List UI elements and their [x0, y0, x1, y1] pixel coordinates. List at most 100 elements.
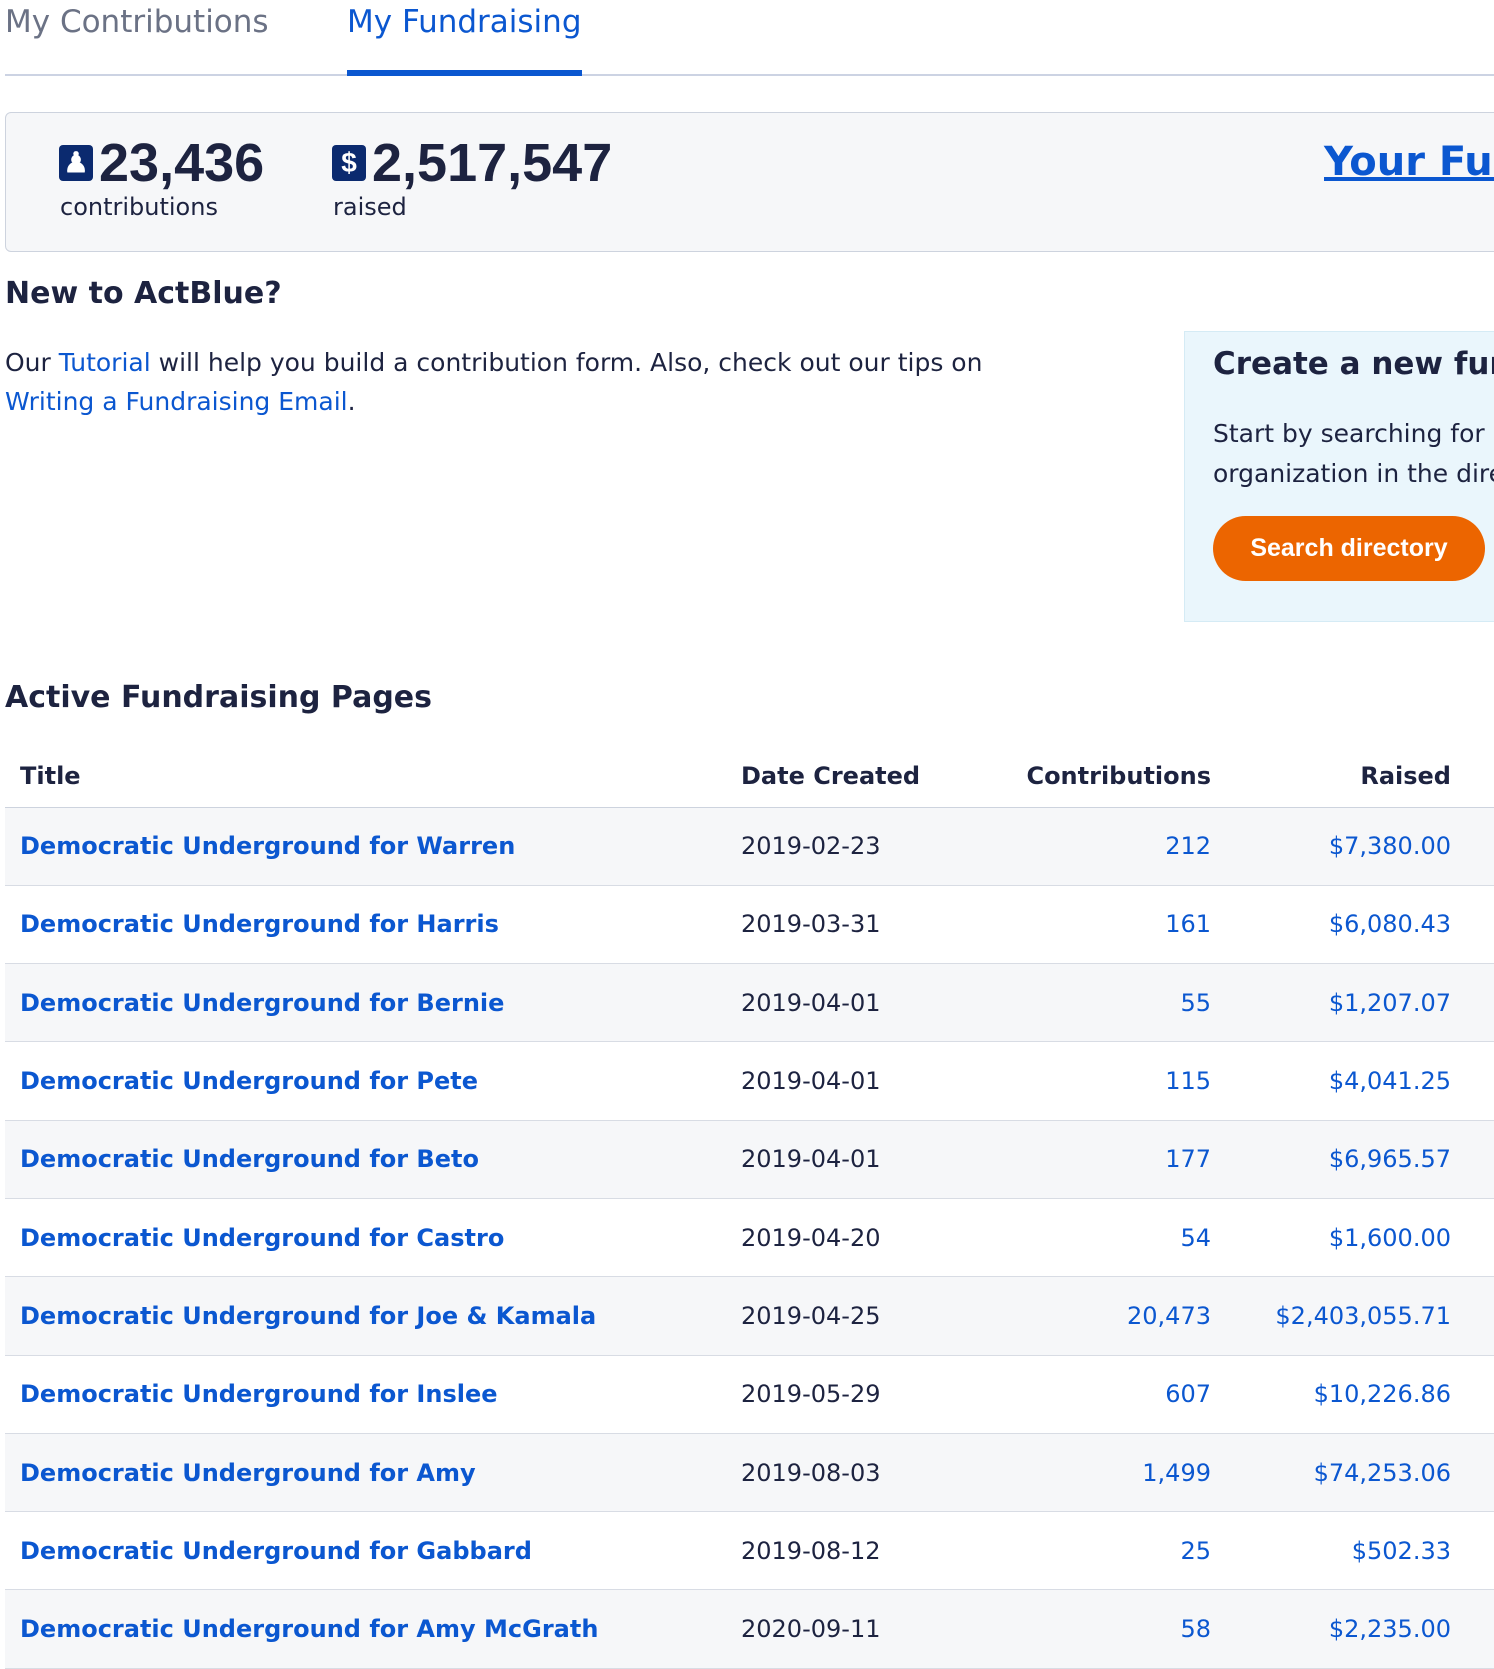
table-row: Democratic Underground for Harris 2019-0… [5, 885, 1494, 965]
cell-date: 2019-04-01 [741, 963, 921, 1043]
contributions-link[interactable]: 25 [1180, 1537, 1211, 1565]
cell-spacer [1451, 963, 1494, 1043]
raised-link[interactable]: $2,403,055.71 [1275, 1302, 1451, 1330]
cell-contributions: 177 [921, 1120, 1211, 1199]
cell-raised: $2,403,055.71 [1211, 1276, 1451, 1356]
col-date[interactable]: Date Created [741, 746, 921, 808]
raised-link[interactable]: $1,600.00 [1329, 1224, 1451, 1252]
table-row: Democratic Underground for Warren 2019-0… [5, 807, 1494, 886]
contributions-link[interactable]: 20,473 [1127, 1302, 1211, 1330]
cell-spacer [1451, 807, 1494, 886]
contributions-link[interactable]: 161 [1165, 910, 1211, 938]
page-title-link[interactable]: Democratic Underground for Gabbard [20, 1537, 532, 1565]
cell-title: Democratic Underground for Pete [5, 1041, 741, 1121]
page-title-link[interactable]: Democratic Underground for Amy McGrath [20, 1615, 598, 1643]
page-title-link[interactable]: Democratic Underground for Warren [20, 832, 515, 860]
contributions-link[interactable]: 607 [1165, 1380, 1211, 1408]
cell-contributions: 1,499 [921, 1433, 1211, 1513]
page-title-link[interactable]: Democratic Underground for Harris [20, 910, 499, 938]
cell-spacer [1451, 1433, 1494, 1513]
contributions-link[interactable]: 1,499 [1142, 1459, 1211, 1487]
cell-date: 2019-08-03 [741, 1433, 921, 1513]
cell-raised: $2,235.00 [1211, 1589, 1451, 1669]
cell-spacer [1451, 1198, 1494, 1278]
table-row: Democratic Underground for Inslee 2019-0… [5, 1355, 1494, 1434]
tab-bar: My Contributions My Fundraising [5, 0, 1494, 76]
table-row: Democratic Underground for Pete 2019-04-… [5, 1041, 1494, 1121]
cell-title: Democratic Underground for Beto [5, 1120, 741, 1199]
table-row: Democratic Underground for Bernie 2019-0… [5, 963, 1494, 1043]
page-title-link[interactable]: Democratic Underground for Pete [20, 1067, 478, 1095]
table-row: Democratic Underground for Amy 2019-08-0… [5, 1433, 1494, 1513]
cell-title: Democratic Underground for Gabbard [5, 1511, 741, 1591]
cell-title: Democratic Underground for Warren [5, 807, 741, 886]
contributions-link[interactable]: 54 [1180, 1224, 1211, 1252]
raised-link[interactable]: $4,041.25 [1329, 1067, 1451, 1095]
cell-date: 2019-02-23 [741, 807, 921, 886]
page-title-link[interactable]: Democratic Underground for Amy [20, 1459, 476, 1487]
summary-card: ♟ 23,436 contributions $2,517,547 raised … [5, 112, 1494, 252]
cell-spacer [1451, 1355, 1494, 1434]
cell-raised: $4,041.25 [1211, 1041, 1451, 1121]
person-icon: ♟ [59, 145, 93, 181]
cell-date: 2020-09-11 [741, 1589, 921, 1669]
col-raised[interactable]: Raised [1211, 746, 1451, 808]
raised-link[interactable]: $6,080.43 [1329, 910, 1451, 938]
col-contributions[interactable]: Contributions [921, 746, 1211, 808]
contributions-link[interactable]: 55 [1180, 989, 1211, 1017]
search-directory-button[interactable]: Search directory [1213, 516, 1485, 581]
contributions-link[interactable]: 58 [1180, 1615, 1211, 1643]
cell-date: 2019-08-12 [741, 1511, 921, 1591]
raised-link[interactable]: $6,965.57 [1329, 1145, 1451, 1173]
page-title-link[interactable]: Democratic Underground for Bernie [20, 989, 504, 1017]
cell-date: 2019-04-01 [741, 1041, 921, 1121]
cell-raised: $502.33 [1211, 1511, 1451, 1591]
panel-text-line1: Start by searching for a c [1213, 419, 1494, 448]
panel-text: Start by searching for a c organization i… [1213, 414, 1494, 494]
tab-my-fundraising[interactable]: My Fundraising [347, 0, 582, 76]
panel-text-line2: organization in the direc [1213, 459, 1494, 488]
cell-raised: $1,600.00 [1211, 1198, 1451, 1278]
col-spacer [1451, 746, 1494, 808]
cell-title: Democratic Underground for Amy McGrath [5, 1589, 741, 1669]
raised-link[interactable]: $10,226.86 [1314, 1380, 1451, 1408]
cell-contributions: 58 [921, 1589, 1211, 1669]
contributions-link[interactable]: 177 [1165, 1145, 1211, 1173]
tutorial-link[interactable]: Tutorial [59, 348, 151, 377]
raised-link[interactable]: $1,207.07 [1329, 989, 1451, 1017]
contributions-value: 23,436 [99, 133, 265, 193]
cell-date: 2019-04-01 [741, 1120, 921, 1199]
col-title[interactable]: Title [5, 746, 741, 808]
table-row: Democratic Underground for Amy McGrath 2… [5, 1589, 1494, 1669]
cell-title: Democratic Underground for Amy [5, 1433, 741, 1513]
panel-heading: Create a new fund [1213, 346, 1494, 382]
cell-raised: $7,380.00 [1211, 807, 1451, 886]
raised-link[interactable]: $502.33 [1352, 1537, 1451, 1565]
cell-contributions: 212 [921, 807, 1211, 886]
cell-spacer [1451, 885, 1494, 965]
cell-date: 2019-04-20 [741, 1198, 921, 1278]
page-title-link[interactable]: Democratic Underground for Beto [20, 1145, 479, 1173]
cell-contributions: 20,473 [921, 1276, 1211, 1356]
contributions-link[interactable]: 212 [1165, 832, 1211, 860]
your-fundraising-link[interactable]: Your Fun [1324, 139, 1494, 185]
intro-text: Our Tutorial will help you build a contr… [5, 343, 1055, 421]
raised-link[interactable]: $7,380.00 [1329, 832, 1451, 860]
contributions-link[interactable]: 115 [1165, 1067, 1211, 1095]
raised-link[interactable]: $2,235.00 [1329, 1615, 1451, 1643]
cell-contributions: 55 [921, 963, 1211, 1043]
writing-email-link[interactable]: Writing a Fundraising Email [5, 387, 348, 416]
cell-contributions: 25 [921, 1511, 1211, 1591]
page-title-link[interactable]: Democratic Underground for Joe & Kamala [20, 1302, 596, 1330]
cell-title: Democratic Underground for Harris [5, 885, 741, 965]
intro-text-2: will help you build a contribution form.… [150, 348, 983, 377]
cell-title: Democratic Underground for Inslee [5, 1355, 741, 1434]
create-fundraiser-panel: Create a new fund Start by searching for… [1184, 331, 1494, 622]
page-title-link[interactable]: Democratic Underground for Castro [20, 1224, 504, 1252]
tab-my-contributions[interactable]: My Contributions [5, 0, 269, 44]
page-title-link[interactable]: Democratic Underground for Inslee [20, 1380, 498, 1408]
fundraising-pages-table: Title Date Created Contributions Raised … [5, 746, 1494, 1669]
cell-raised: $74,253.06 [1211, 1433, 1451, 1513]
raised-link[interactable]: $74,253.06 [1314, 1459, 1451, 1487]
dollar-icon: $ [332, 145, 366, 181]
